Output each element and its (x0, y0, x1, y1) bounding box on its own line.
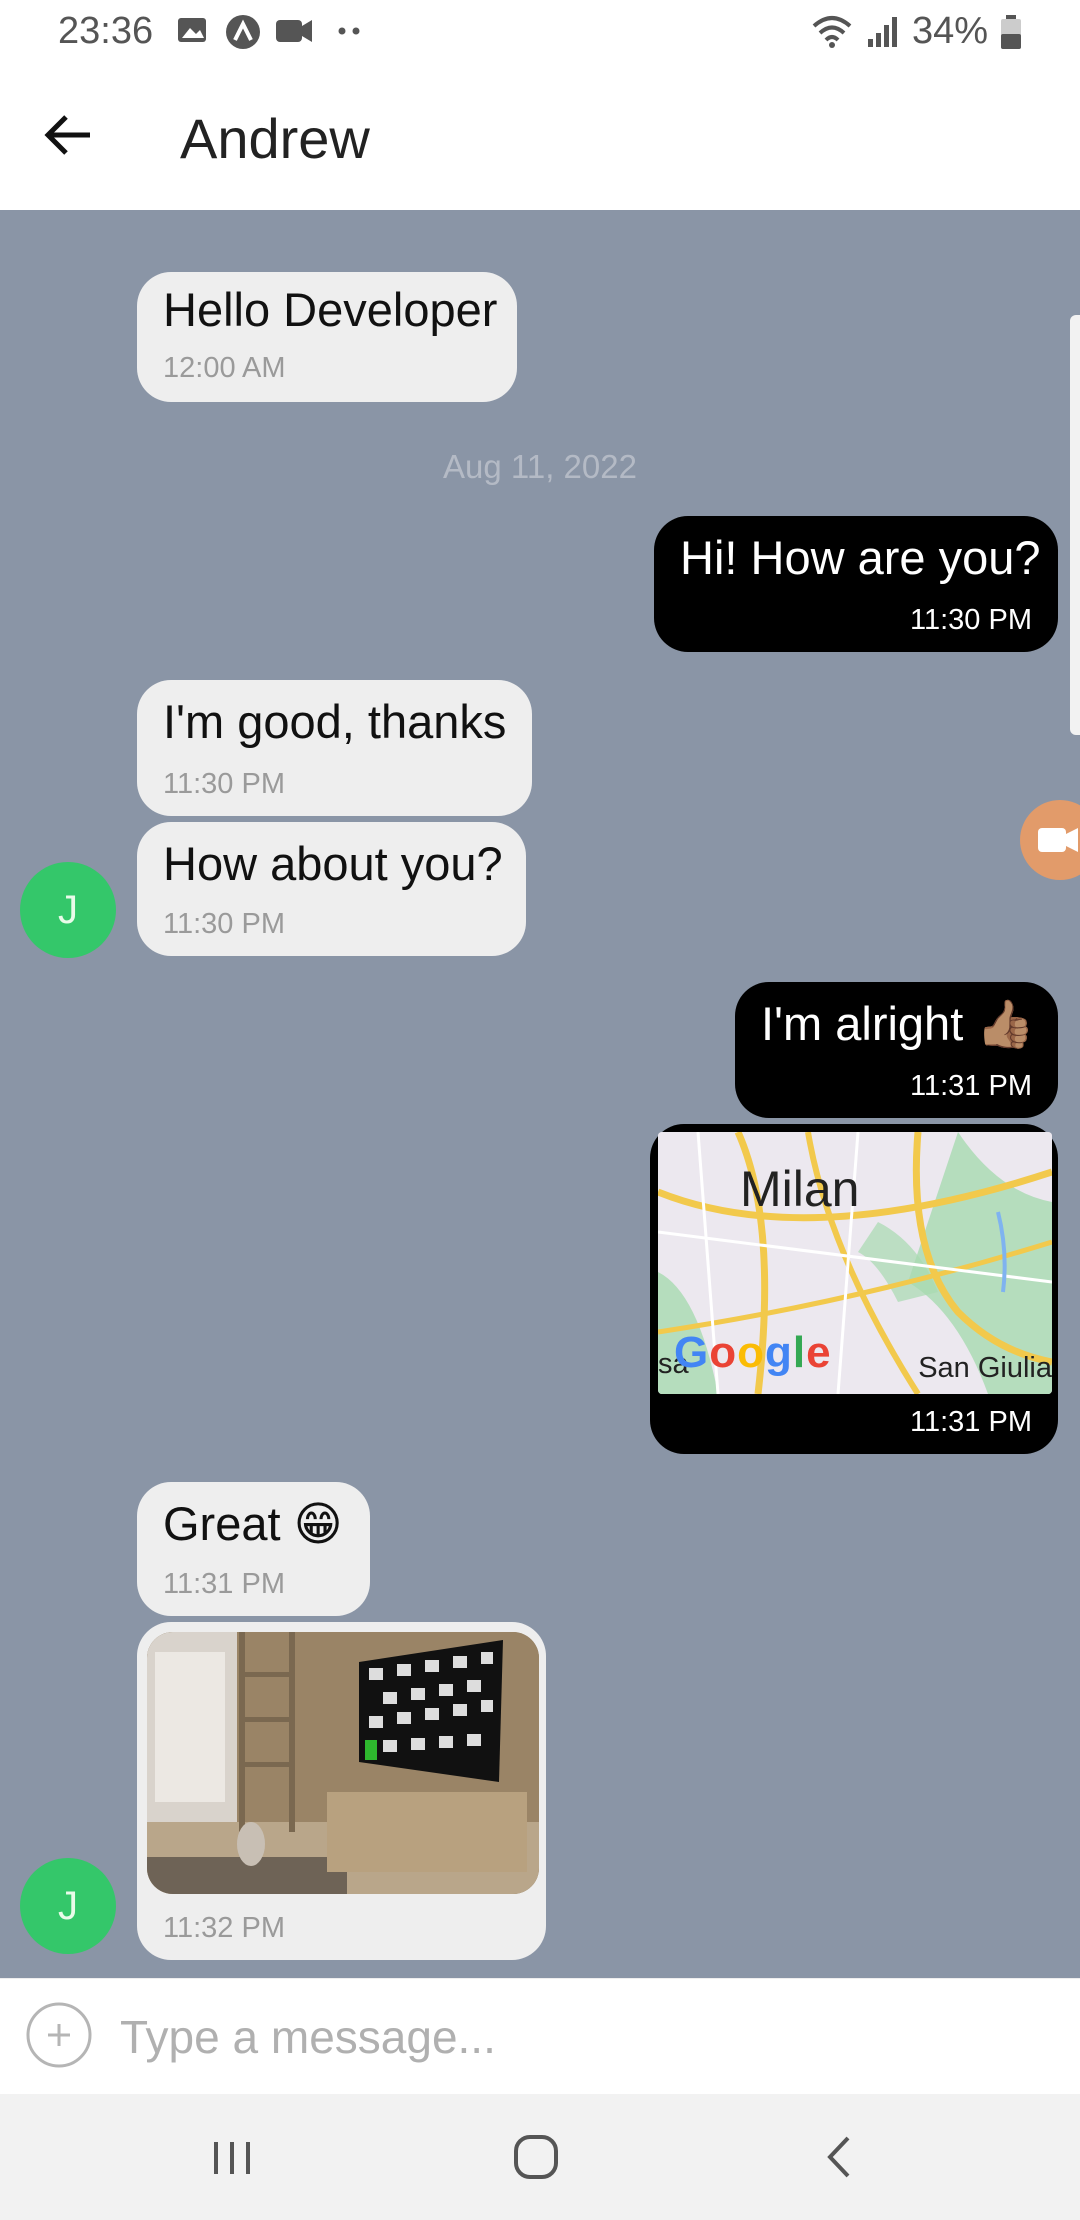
photo-graphic (147, 1632, 539, 1894)
map-city-label: Milan (740, 1161, 860, 1217)
gallery-icon (178, 18, 206, 42)
map-place-label: San Giulia (918, 1352, 1052, 1384)
avatar[interactable]: J (20, 862, 116, 958)
message-time: 11:31 PM (910, 1406, 1032, 1438)
map-logo: Google (674, 1328, 832, 1377)
status-time: 23:36 (58, 10, 154, 52)
avatar[interactable]: J (20, 1858, 116, 1954)
outgoing-message[interactable]: I'm alright 👍🏽 11:31 PM (735, 982, 1058, 1118)
recent-apps-icon[interactable] (192, 2124, 272, 2190)
message-time: 11:31 PM (163, 1568, 285, 1600)
photo-preview[interactable] (147, 1632, 539, 1894)
message-text: I'm good, thanks (163, 695, 507, 748)
video-call-button[interactable] (1020, 800, 1080, 880)
message-list[interactable]: Hello Developer 12:00 AM Aug 11, 2022 Hi… (0, 210, 1080, 1978)
back-icon[interactable] (800, 2124, 880, 2190)
more-notifications-icon (338, 27, 360, 35)
battery-percent: 34% (911, 10, 988, 52)
signal-icon (867, 16, 897, 47)
app-notification-icon (226, 15, 260, 49)
message-composer (0, 1978, 1080, 2095)
chat-header: Andrew (0, 66, 1080, 211)
incoming-image-message[interactable]: 11:32 PM (137, 1622, 546, 1960)
incoming-message[interactable]: Hello Developer 12:00 AM (137, 272, 517, 402)
status-bar: 23:36 34% (0, 0, 1080, 66)
message-text: I'm alright 👍🏽 (761, 997, 1035, 1050)
message-text: Hello Developer (163, 283, 498, 336)
map-preview[interactable]: Milan sa Google San Giulia (658, 1132, 1052, 1394)
back-arrow-icon[interactable] (36, 102, 102, 168)
incoming-message[interactable]: How about you? 11:30 PM (137, 822, 526, 956)
battery-icon (1001, 14, 1021, 49)
message-text: How about you? (163, 837, 503, 890)
message-time: 12:00 AM (163, 352, 286, 384)
scrollbar[interactable] (1070, 315, 1080, 735)
add-attachment-icon[interactable] (26, 2002, 92, 2068)
outgoing-message[interactable]: Hi! How are you? 11:30 PM (654, 516, 1058, 652)
contact-name: Andrew (180, 107, 370, 170)
video-camera-icon (276, 20, 312, 42)
date-separator: Aug 11, 2022 (443, 448, 637, 485)
message-text: Hi! How are you? (680, 531, 1041, 584)
message-time: 11:31 PM (910, 1070, 1032, 1102)
incoming-message[interactable]: I'm good, thanks 11:30 PM (137, 680, 532, 816)
message-time: 11:30 PM (163, 908, 285, 940)
incoming-message[interactable]: Great 😁 11:31 PM (137, 1482, 370, 1616)
system-navigation-bar (0, 2094, 1080, 2220)
outgoing-location-message[interactable]: Milan sa Google San Giulia 11:31 PM (650, 1124, 1058, 1454)
message-time: 11:32 PM (163, 1912, 285, 1944)
message-time: 11:30 PM (910, 604, 1032, 636)
wifi-icon (812, 15, 852, 48)
message-text: Great 😁 (163, 1497, 343, 1550)
message-time: 11:30 PM (163, 768, 285, 800)
home-icon[interactable] (496, 2124, 576, 2190)
message-input[interactable] (120, 2007, 1020, 2067)
